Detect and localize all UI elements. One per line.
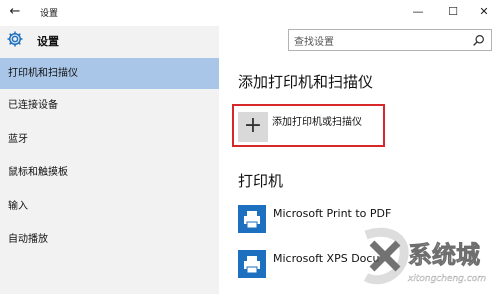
add-printer-button[interactable]: + 添加打印机或扫描仪 xyxy=(232,104,385,147)
watermark-logo: 系统城 xitongcheng.com xyxy=(363,227,486,285)
printer-name: Microsoft Print to PDF xyxy=(273,207,392,220)
sidebar-item-label: 自动播放 xyxy=(8,234,48,245)
sidebar-item-connected-devices[interactable]: 已连接设备 xyxy=(0,90,219,121)
search-box[interactable]: 查找设置 xyxy=(288,29,492,51)
sidebar-item-label: 输入 xyxy=(8,201,28,212)
search-icon[interactable] xyxy=(472,34,485,47)
back-arrow-icon[interactable]: ← xyxy=(4,0,26,24)
sidebar-title: 设置 xyxy=(37,35,59,48)
printer-icon xyxy=(238,250,266,278)
sidebar-item-bluetooth[interactable]: 蓝牙 xyxy=(0,124,219,155)
search-input[interactable]: 查找设置 xyxy=(294,33,334,48)
sidebar-item-mouse-touchpad[interactable]: 鼠标和触摸板 xyxy=(0,157,219,188)
sidebar-item-label: 打印机和扫描仪 xyxy=(8,68,78,79)
sidebar-item-typing[interactable]: 输入 xyxy=(0,191,219,222)
add-printer-label: 添加打印机或扫描仪 xyxy=(272,117,362,128)
close-button[interactable]: ✕ xyxy=(469,0,499,24)
maximize-button[interactable]: ☐ xyxy=(438,0,468,24)
sidebar-item-label: 蓝牙 xyxy=(8,134,28,145)
sidebar-item-printers-scanners[interactable]: 打印机和扫描仪 xyxy=(0,58,219,89)
title-bar: ← 设置 — ☐ ✕ xyxy=(0,0,500,26)
add-section-heading: 添加打印机和扫描仪 xyxy=(238,73,374,91)
printers-heading: 打印机 xyxy=(238,172,284,190)
sidebar-item-label: 鼠标和触摸板 xyxy=(8,167,68,178)
sidebar-item-label: 已连接设备 xyxy=(8,100,58,111)
sidebar: 设置 打印机和扫描仪 已连接设备 蓝牙 鼠标和触摸板 输入 自动播放 xyxy=(0,26,219,294)
sidebar-item-autoplay[interactable]: 自动播放 xyxy=(0,224,219,255)
sidebar-header: 设置 xyxy=(0,26,219,58)
gear-icon xyxy=(7,31,23,47)
printer-icon xyxy=(238,205,266,233)
watermark-url: xitongcheng.com xyxy=(407,274,486,284)
plus-icon: + xyxy=(238,112,268,142)
window-title: 设置 xyxy=(40,9,59,19)
minimize-button[interactable]: — xyxy=(403,0,433,24)
watermark-text: 系统城 xyxy=(408,241,480,269)
